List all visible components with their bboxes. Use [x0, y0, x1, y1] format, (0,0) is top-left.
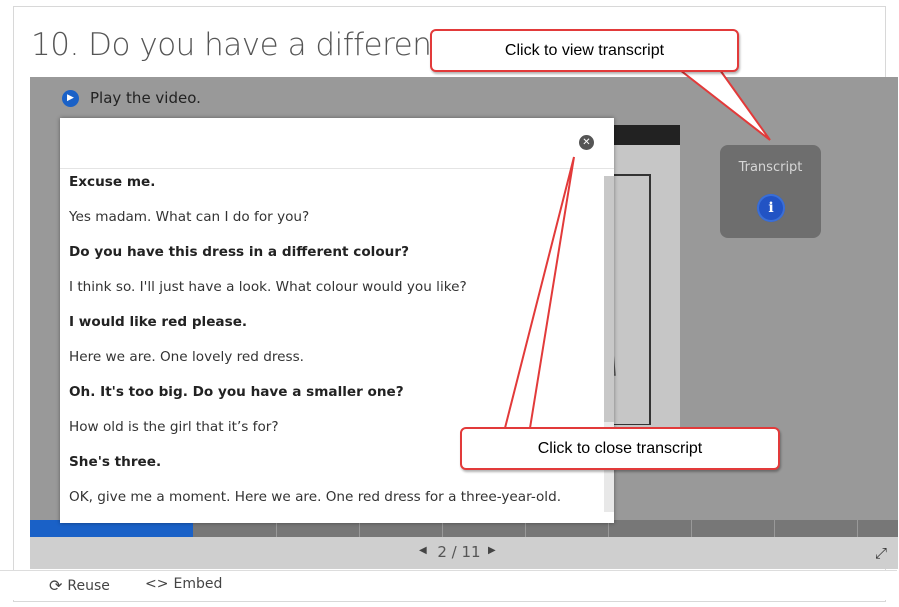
callout-close-transcript: Click to close transcript [460, 427, 780, 470]
code-icon: <> [145, 576, 169, 592]
reuse-label: Reuse [67, 577, 110, 594]
callout-view-transcript: Click to view transcript [430, 29, 739, 72]
reuse-button[interactable]: ⟳ Reuse [49, 576, 110, 595]
embed-label: Embed [173, 576, 223, 592]
refresh-icon: ⟳ [49, 576, 63, 595]
callout-pointers [503, 69, 771, 429]
embed-button[interactable]: <> Embed [145, 576, 222, 592]
footer-bar: ⟳ Reuse <> Embed [0, 570, 897, 600]
